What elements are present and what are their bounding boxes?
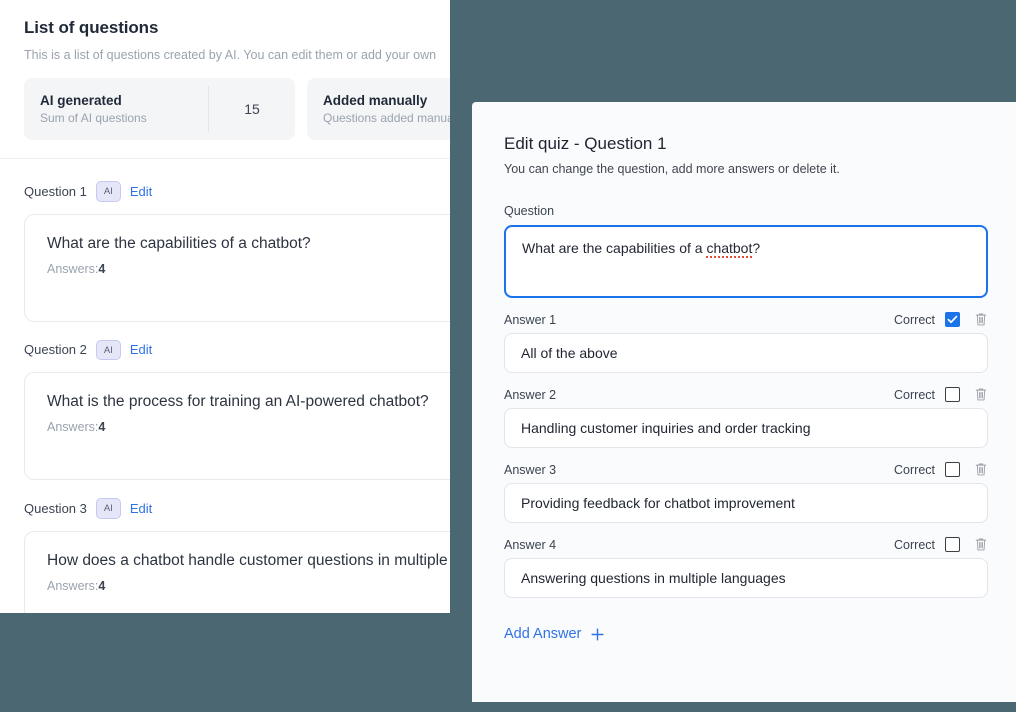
answer-input-text: All of the above <box>521 345 618 361</box>
answer-row: Answer 2 Correct Handling customer inqui… <box>504 387 988 448</box>
answers-count-value: 4 <box>98 420 106 434</box>
answer-row: Answer 1 Correct All of the above <box>504 312 988 373</box>
delete-answer-button[interactable] <box>974 462 988 477</box>
question-card[interactable]: What is the process for training an AI-p… <box>24 372 450 480</box>
answer-label: Answer 1 <box>504 312 557 327</box>
ai-badge: AI <box>95 181 121 202</box>
ai-badge: AI <box>95 498 121 519</box>
answers-count-label: Answers: <box>47 420 99 434</box>
answer-input[interactable]: Answering questions in multiple language… <box>504 558 988 598</box>
edit-question-link[interactable]: Edit <box>130 342 152 357</box>
answer-header: Answer 4 Correct <box>504 537 988 552</box>
answers-count: Answers:4 <box>47 262 450 276</box>
question-number-label: Question 2 <box>24 342 87 358</box>
page-title: List of questions <box>24 18 159 37</box>
answer-input[interactable]: Handling customer inquiries and order tr… <box>504 408 988 448</box>
answers-count-label: Answers: <box>47 261 99 276</box>
questions-list: Question 1 AI Edit What are the capabili… <box>0 159 450 613</box>
answers-count-value: 4 <box>98 261 106 276</box>
question-header: Question 3 AI Edit <box>24 498 450 519</box>
app-root: List of questions This is a list of ques… <box>0 0 1016 712</box>
stat-description: Questions added manually <box>323 111 450 125</box>
answer-input[interactable]: Providing feedback for chatbot improveme… <box>504 483 988 523</box>
add-answer-button[interactable]: Add Answer <box>504 626 605 642</box>
list-item: Question 3 AI Edit How does a chatbot ha… <box>24 498 450 613</box>
correct-label: Correct <box>894 312 935 327</box>
stat-text: Added manually Questions added manually <box>307 93 450 125</box>
answer-header: Answer 3 Correct <box>504 462 988 477</box>
check-icon <box>947 315 958 324</box>
question-text-suffix: ? <box>752 240 761 256</box>
question-card[interactable]: What are the capabilities of a chatbot? … <box>24 213 450 322</box>
answer-row: Answer 4 Correct Answering questions in … <box>504 537 988 598</box>
ai-badge: AI <box>95 339 121 360</box>
answer-label: Answer 4 <box>504 537 557 552</box>
panel-header: List of questions This is a list of ques… <box>0 0 450 62</box>
list-item: Question 2 AI Edit What is the process f… <box>24 339 450 480</box>
question-text-prefix: What are the capabilities of a <box>522 240 707 256</box>
modal-title: Edit quiz - Question 1 <box>504 134 667 153</box>
answer-label: Answer 2 <box>504 387 557 402</box>
answers-count: Answers:4 <box>47 420 450 434</box>
add-answer-label: Add Answer <box>504 626 582 642</box>
answer-input-text: Providing feedback for chatbot improveme… <box>521 495 795 511</box>
answers-count-label: Answers: <box>47 578 99 593</box>
stat-card-added-manually: Added manually Questions added manually <box>307 78 450 140</box>
question-header: Question 1 AI Edit <box>24 181 450 202</box>
modal-subtitle: You can change the question, add more an… <box>504 162 840 176</box>
stat-name: Added manually <box>323 93 428 108</box>
answer-input-text: Answering questions in multiple language… <box>521 570 786 586</box>
edit-question-link[interactable]: Edit <box>130 184 152 199</box>
question-text: What is the process for training an AI-p… <box>47 393 429 410</box>
stat-card-ai-generated: AI generated Sum of AI questions 15 <box>24 78 295 140</box>
edit-question-link[interactable]: Edit <box>130 501 152 516</box>
stat-text: AI generated Sum of AI questions <box>24 93 208 125</box>
stats-row: AI generated Sum of AI questions 15 Adde… <box>0 78 450 158</box>
question-text: What are the capabilities of a chatbot? <box>47 234 311 252</box>
question-text: How does a chatbot handle customer quest… <box>47 551 450 569</box>
correct-checkbox[interactable] <box>945 462 960 477</box>
correct-label: Correct <box>894 462 935 477</box>
correct-checkbox[interactable] <box>945 312 960 327</box>
delete-answer-button[interactable] <box>974 312 988 327</box>
delete-answer-button[interactable] <box>974 387 988 402</box>
trash-icon <box>975 313 987 326</box>
correct-label: Correct <box>894 387 935 402</box>
plus-icon <box>591 627 604 641</box>
question-input-text: What are the capabilities of a chatbot? <box>522 240 760 258</box>
answer-input-text: Handling customer inquiries and order tr… <box>521 420 811 436</box>
question-input[interactable]: What are the capabilities of a chatbot? <box>504 225 988 298</box>
question-number-label: Question 3 <box>24 500 87 516</box>
answers-count: Answers:4 <box>47 579 450 593</box>
answer-header: Answer 2 Correct <box>504 387 988 402</box>
answer-input[interactable]: All of the above <box>504 333 988 373</box>
question-number-label: Question 1 <box>24 183 87 199</box>
answer-label: Answer 3 <box>504 462 557 477</box>
question-field-label: Question <box>504 204 555 218</box>
correct-checkbox[interactable] <box>945 387 960 402</box>
misspelled-word: chatbot <box>706 240 753 258</box>
stat-description: Sum of AI questions <box>40 111 147 125</box>
question-header: Question 2 AI Edit <box>24 339 450 360</box>
stat-name: AI generated <box>40 93 122 108</box>
trash-icon <box>975 388 987 401</box>
list-item: Question 1 AI Edit What are the capabili… <box>24 181 450 322</box>
answer-header: Answer 1 Correct <box>504 312 988 327</box>
questions-panel: List of questions This is a list of ques… <box>0 0 450 613</box>
stat-value: 15 <box>244 101 260 117</box>
page-subtitle: This is a list of questions created by A… <box>24 48 437 62</box>
trash-icon <box>975 538 987 551</box>
answers-count-value: 4 <box>98 578 106 593</box>
delete-answer-button[interactable] <box>974 537 988 552</box>
edit-quiz-modal: Edit quiz - Question 1 You can change th… <box>472 102 1016 702</box>
question-card[interactable]: How does a chatbot handle customer quest… <box>24 530 450 613</box>
trash-icon <box>975 463 987 476</box>
answer-row: Answer 3 Correct Providing feedback for … <box>504 462 988 523</box>
correct-label: Correct <box>894 537 935 552</box>
correct-checkbox[interactable] <box>945 537 960 552</box>
